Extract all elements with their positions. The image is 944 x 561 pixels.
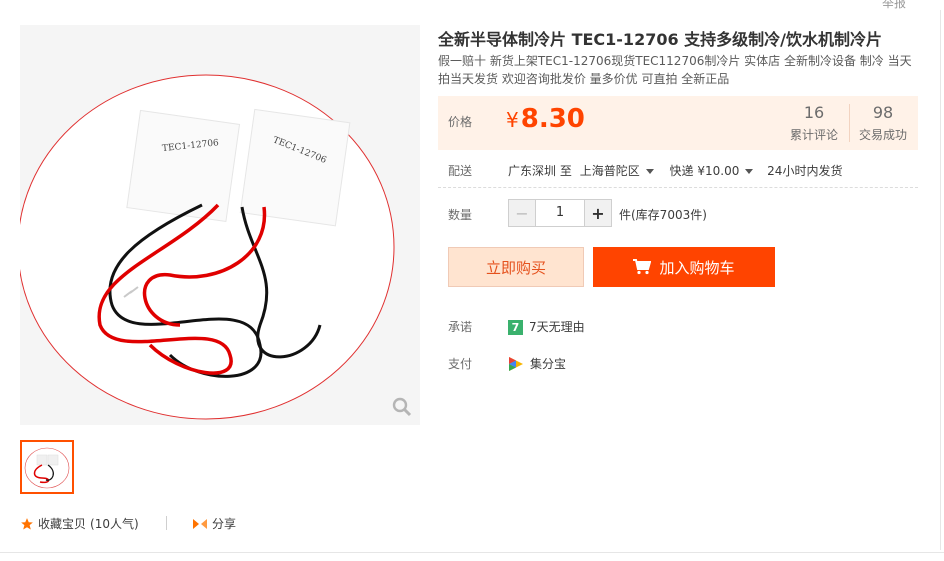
quantity-stepper[interactable]: − + (508, 199, 612, 227)
quantity-increase-button[interactable]: + (584, 200, 611, 226)
shipping-row: 配送 广东深圳 至 上海普陀区 快递 ¥10.00 24小时内发货 (438, 162, 918, 178)
divider (0, 552, 944, 553)
star-icon (21, 517, 33, 530)
thumbnail-1[interactable] (20, 440, 74, 494)
shipping-label: 配送 (448, 164, 473, 178)
report-link[interactable]: 举报 (868, 0, 920, 12)
share-label: 分享 (212, 517, 237, 531)
add-to-cart-label: 加入购物车 (659, 258, 735, 277)
thumbnail-image (24, 447, 70, 489)
divider (940, 10, 941, 550)
add-to-cart-button[interactable]: 加入购物车 (593, 247, 775, 287)
divider (166, 516, 167, 530)
promise-label: 承诺 (448, 320, 473, 334)
product-photo: TEC1-12706 TEC1-12706 (20, 25, 420, 425)
seven-day-badge-icon: 7 (508, 320, 523, 335)
ship-dispatch: 24小时内发货 (767, 164, 843, 178)
ship-to-select[interactable]: 上海普陀区 (580, 164, 654, 178)
product-main-image: TEC1-12706 TEC1-12706 (20, 25, 420, 425)
jifenbao-icon (509, 356, 523, 371)
payment-row: 支付 集分宝 (438, 355, 838, 371)
reviews-label: 累计评论 (790, 128, 839, 142)
ship-from: 广东深圳 (508, 164, 557, 178)
share-button[interactable]: 分享 (192, 515, 236, 532)
trades-count: 98 (872, 103, 894, 122)
stock-text: 件(库存7003件) (619, 208, 707, 222)
buy-now-button[interactable]: 立即购买 (448, 247, 584, 287)
price-panel: 价格 ¥ 8.30 16 累计评论 98 交易成功 (438, 96, 918, 150)
favorite-button[interactable]: 收藏宝贝 (10人气) (20, 515, 139, 532)
divider (849, 104, 850, 142)
quantity-decrease-button[interactable]: − (509, 200, 536, 226)
zoom-icon[interactable] (392, 397, 412, 417)
price-amount: 8.30 (520, 104, 585, 134)
reviews-stat[interactable]: 16 累计评论 (790, 104, 838, 143)
trades-stat: 98 交易成功 (859, 104, 907, 143)
favorite-count: (10人气) (90, 517, 139, 531)
caret-down-icon (645, 169, 654, 174)
quantity-input[interactable] (536, 200, 584, 224)
trades-label: 交易成功 (859, 128, 908, 142)
quantity-label: 数量 (448, 208, 473, 222)
currency-symbol: ¥ (506, 108, 519, 132)
promise-text[interactable]: 7天无理由 (529, 320, 585, 334)
reviews-count: 16 (803, 103, 825, 122)
payment-label: 支付 (448, 357, 473, 371)
ship-to-word: 至 (559, 164, 572, 178)
price-label: 价格 (448, 115, 473, 129)
share-icon (193, 518, 207, 529)
ship-method-select[interactable]: 快递 ¥10.00 (670, 164, 754, 178)
caret-down-icon (745, 169, 754, 174)
product-title: 全新半导体制冷片 TEC1-12706 支持多级制冷/饮水机制冷片 (438, 30, 883, 49)
divider (438, 187, 918, 188)
product-subtitle: 假一赔十 新货上架TEC1-12706现货TEC112706制冷片 实体店 全新… (438, 54, 912, 86)
cart-icon (633, 259, 652, 275)
payment-method[interactable]: 集分宝 (530, 355, 566, 372)
favorite-label: 收藏宝贝 (38, 517, 87, 531)
price-value: ¥ 8.30 (506, 104, 585, 134)
promise-row: 承诺 7 7天无理由 (438, 318, 838, 335)
